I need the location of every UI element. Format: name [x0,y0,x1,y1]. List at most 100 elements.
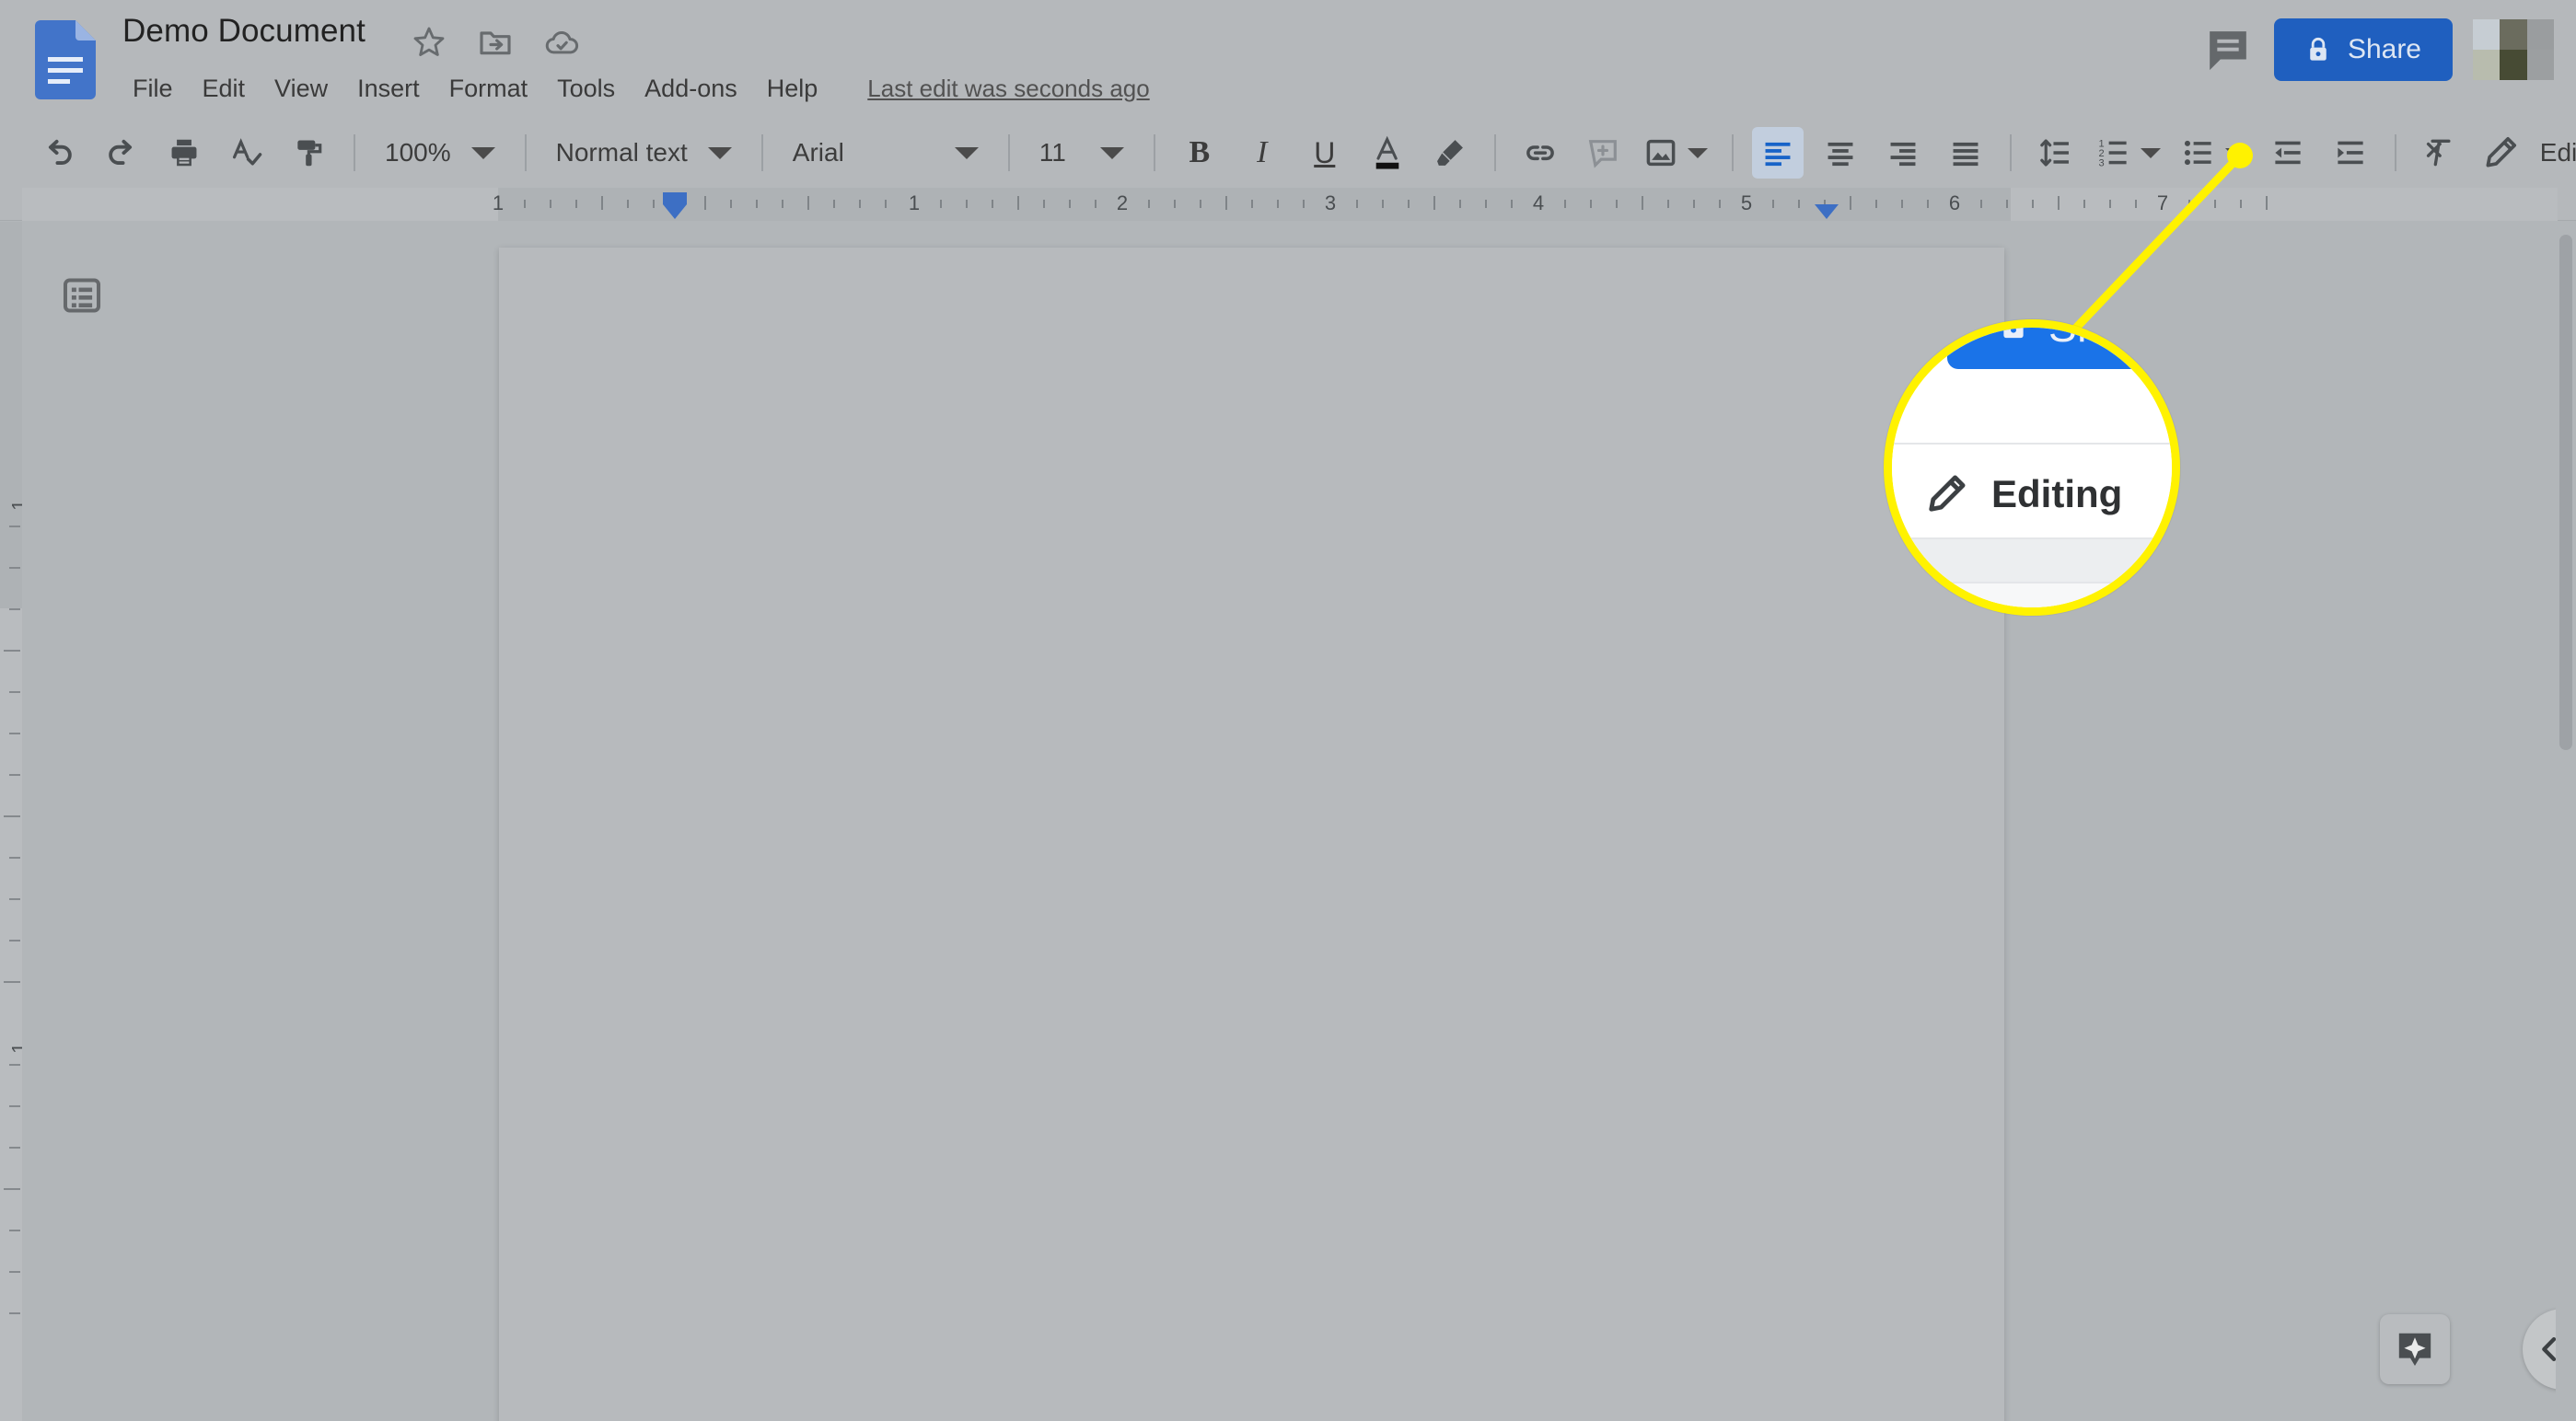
ruler-text-area [498,188,2011,221]
star-icon[interactable] [411,24,447,61]
align-justify-button[interactable] [1940,127,1991,179]
menu-format[interactable]: Format [435,70,543,107]
magnifier-content: Sh Editing [1892,328,2172,607]
toolbar-divider [524,134,527,171]
redo-button[interactable] [96,127,147,179]
toolbar-divider [2009,134,2012,171]
bold-icon: B [1189,135,1211,169]
toolbar-divider [760,134,763,171]
magnified-divider [1892,443,2172,445]
zoom-select[interactable]: 100% [368,127,512,179]
align-right-icon [1890,142,1916,167]
underline-icon: U [1314,135,1336,169]
align-center-button[interactable] [1815,127,1866,179]
menu-help[interactable]: Help [752,70,833,107]
svg-text:3: 3 [2098,158,2104,169]
chevron-down-icon [707,146,732,159]
comment-history-icon[interactable] [2202,24,2254,75]
magnified-share-button: Sh [1947,328,2172,369]
title-icon-group [411,24,580,61]
add-comment-button[interactable] [1577,127,1629,179]
menu-view[interactable]: View [260,70,342,107]
paragraph-style-select[interactable]: Normal text [540,127,748,179]
menu-tools[interactable]: Tools [542,70,630,107]
menu-edit[interactable]: Edit [188,70,261,107]
print-icon [171,139,197,167]
last-edit-status[interactable]: Last edit was seconds ago [867,70,1149,107]
toolbar-divider [2394,134,2396,171]
docs-file-icon [35,20,96,99]
document-outline-button[interactable] [56,270,108,321]
insert-image-button[interactable] [1640,127,1713,179]
undo-button[interactable] [33,127,85,179]
font-size-select[interactable]: 11 [1023,127,1141,179]
document-canvas [22,222,2576,1421]
increase-indent-button[interactable] [2325,127,2376,179]
menu-insert[interactable]: Insert [342,70,435,107]
font-value: Arial [792,138,844,167]
editing-mode-button[interactable]: Editing [2472,127,2576,179]
menu-bar: File Edit View Insert Format Tools Add-o… [118,70,1150,107]
document-outline-icon [63,278,101,313]
decrease-indent-button[interactable] [2262,127,2314,179]
vertical-ruler[interactable]: 1 1 [0,222,30,1421]
increase-indent-icon [2338,141,2363,165]
chevron-down-icon [470,146,495,159]
line-spacing-icon [2039,139,2069,167]
paint-format-button[interactable] [284,127,335,179]
redo-icon [109,139,133,165]
horizontal-ruler[interactable]: 1 1 2 3 4 5 6 7 [0,188,2576,221]
size-value: 11 [1039,138,1066,167]
underline-button[interactable]: U [1299,127,1351,179]
magnified-editing-item: Editing [1892,456,2172,532]
toolbar-divider [1731,134,1734,171]
font-family-select[interactable]: Arial [776,127,995,179]
line-spacing-button[interactable] [2030,127,2082,179]
editing-mode-label: Editing [2539,138,2576,167]
spellcheck-button[interactable] [221,127,273,179]
cloud-saved-icon[interactable] [543,24,580,61]
paint-format-icon [297,140,322,167]
left-indent-marker[interactable] [663,204,687,219]
left-indent-handle-top[interactable] [663,192,687,204]
italic-button[interactable]: I [1236,127,1288,179]
clear-formatting-button[interactable] [2415,127,2466,179]
explore-button[interactable] [2380,1314,2450,1384]
chevron-down-icon [1099,146,1124,159]
page-title[interactable]: Demo Document [122,9,366,53]
spellcheck-icon [232,138,262,166]
print-button[interactable] [158,127,210,179]
bold-button[interactable]: B [1174,127,1225,179]
highlight-color-icon [1436,140,1463,166]
document-page[interactable] [499,248,2004,1421]
numbered-list-icon: 1 2 3 [2098,139,2127,169]
highlight-color-button[interactable] [1424,127,1476,179]
scrollbar-thumb[interactable] [2559,235,2572,750]
vertical-scrollbar[interactable] [2556,225,2576,1421]
undo-icon [48,139,72,165]
zoom-value: 100% [385,138,451,167]
header-actions: Share [2202,18,2554,81]
right-indent-marker[interactable] [1815,204,1839,219]
user-avatar[interactable] [2473,19,2554,80]
align-left-icon [1765,142,1791,167]
magnified-editing-label: Editing [1991,472,2123,515]
chevron-down-icon [1687,147,1708,158]
menu-add-ons[interactable]: Add-ons [630,70,752,107]
text-color-button[interactable] [1362,127,1413,179]
menu-file[interactable]: File [118,70,188,107]
document-title-block: Demo Document [122,9,366,53]
move-to-folder-icon[interactable] [477,24,514,61]
share-button[interactable]: Share [2273,18,2453,81]
numbered-list-button[interactable]: 1 2 3 [2093,127,2166,179]
align-left-button[interactable] [1751,127,1804,179]
insert-image-icon [1646,139,1676,167]
toolbar-right-group: Editing [2472,127,2576,179]
text-color-icon [1375,135,1399,169]
insert-link-icon [1526,145,1554,161]
share-label: Share [2347,34,2421,64]
insert-link-button[interactable] [1514,127,1566,179]
bulleted-list-icon [2184,140,2211,166]
align-right-button[interactable] [1877,127,1929,179]
toolbar-divider [1153,134,1155,171]
